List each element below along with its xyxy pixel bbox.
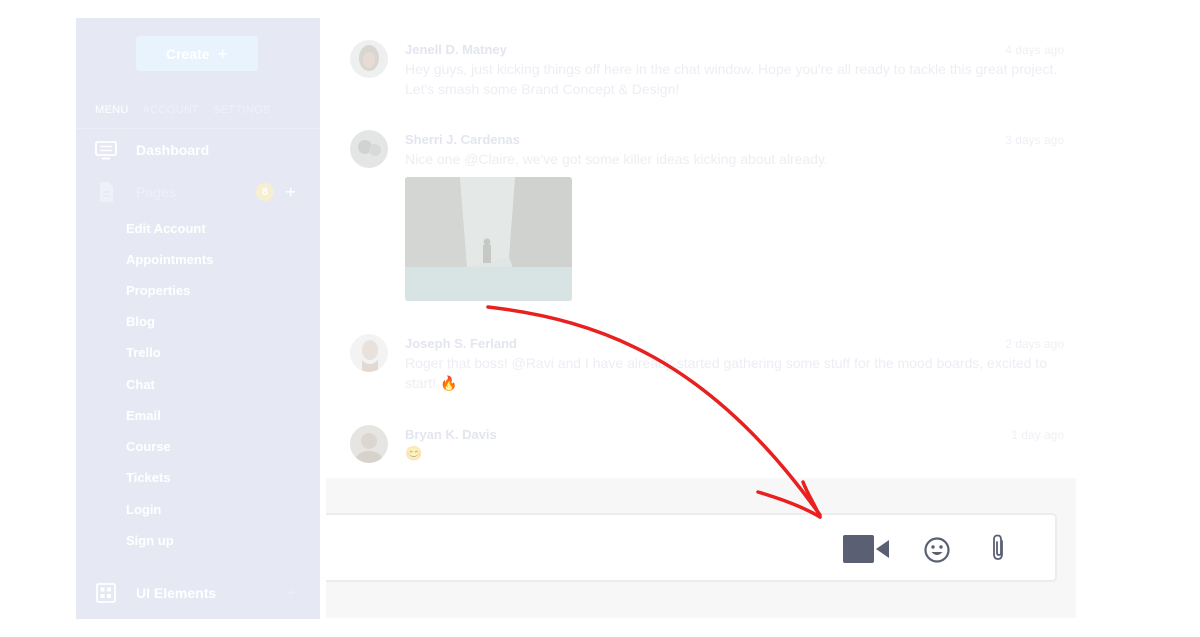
sidebar-subitem-appointments[interactable]: Appointments	[126, 252, 213, 267]
tab-settings[interactable]: SETTINGS	[213, 104, 270, 116]
sidebar-item-label: Pages	[136, 184, 176, 200]
avatar	[350, 40, 388, 78]
avatar-image	[350, 334, 388, 372]
add-page-icon[interactable]: +	[285, 183, 296, 201]
message-image[interactable]	[405, 177, 572, 301]
sidebar-subitem-chat[interactable]: Chat	[126, 377, 155, 392]
video-camera-icon	[843, 535, 889, 563]
sidebar-item-ui-elements[interactable]: UI Elements +	[76, 576, 320, 610]
message-author: Bryan K. Davis	[405, 427, 497, 442]
add-ui-element-icon[interactable]: +	[285, 584, 296, 602]
video-call-button[interactable]	[842, 534, 890, 564]
avatar	[350, 425, 388, 463]
sidebar-subitem-tickets[interactable]: Tickets	[126, 470, 171, 485]
file-icon	[100, 182, 113, 202]
smiley-icon	[924, 537, 950, 563]
composer-area	[326, 478, 1076, 618]
message-text: Hey guys, just kicking things off here i…	[405, 61, 1058, 97]
message-author: Jenell D. Matney	[405, 42, 507, 57]
chat-message: Bryan K. Davis 1 day ago 😊	[350, 425, 1064, 470]
sidebar-subitem-email[interactable]: Email	[126, 408, 161, 423]
chat-message: Jenell D. Matney 4 days ago Hey guys, ju…	[350, 40, 1064, 110]
message-text: 😊	[405, 445, 423, 461]
message-time: 1 day ago	[1011, 428, 1064, 442]
message-time: 4 days ago	[1005, 43, 1064, 57]
message-text: Nice one @Claire, we've got some killer …	[405, 151, 828, 167]
message-time: 3 days ago	[1005, 133, 1064, 147]
canyon-photo	[405, 177, 572, 301]
avatar	[350, 130, 388, 168]
pages-count-badge: 8	[256, 183, 274, 201]
avatar-image	[350, 425, 388, 463]
create-button-label: Create	[165, 45, 210, 62]
monitor-icon	[95, 141, 117, 160]
message-author: Joseph S. Ferland	[405, 336, 517, 351]
sidebar: Create + MENU ACCOUNT SETTINGS Dashboard…	[76, 18, 320, 619]
message-time: 2 days ago	[1005, 337, 1064, 351]
message-text: Roger that boss! @Ravi and I have alread…	[405, 355, 1047, 391]
avatar-image	[350, 130, 388, 168]
chat-message: Sherri J. Cardenas 3 days ago Nice one @…	[350, 130, 1064, 180]
sidebar-divider	[76, 128, 320, 129]
paperclip-icon	[993, 534, 1003, 560]
sidebar-subitem-trello[interactable]: Trello	[126, 345, 161, 360]
create-button[interactable]: Create +	[136, 36, 258, 71]
tab-menu[interactable]: MENU	[95, 104, 129, 116]
sidebar-item-dashboard[interactable]: Dashboard	[76, 133, 320, 167]
attach-file-button[interactable]	[986, 531, 1010, 565]
chat-message: Joseph S. Ferland 2 days ago Roger that …	[350, 334, 1064, 394]
sidebar-subitem-login[interactable]: Login	[126, 502, 161, 517]
message-author: Sherri J. Cardenas	[405, 132, 520, 147]
sidebar-item-pages[interactable]: Pages 8 +	[76, 175, 320, 209]
sidebar-subitem-course[interactable]: Course	[126, 439, 171, 454]
grid-icon	[96, 583, 116, 603]
sidebar-subitem-edit-account[interactable]: Edit Account	[126, 221, 206, 236]
message-composer	[326, 513, 1057, 582]
sidebar-subitem-sign-up[interactable]: Sign up	[126, 533, 174, 548]
sidebar-item-label: UI Elements	[136, 585, 217, 601]
sidebar-item-label: Dashboard	[136, 142, 210, 158]
sidebar-subitem-blog[interactable]: Blog	[126, 314, 155, 329]
avatar-image	[350, 40, 388, 78]
sidebar-subitem-properties[interactable]: Properties	[126, 283, 190, 298]
avatar	[350, 334, 388, 372]
emoji-button[interactable]	[922, 535, 952, 565]
plus-icon: +	[217, 43, 229, 64]
message-input[interactable]	[336, 525, 826, 571]
tab-account[interactable]: ACCOUNT	[143, 104, 200, 116]
sidebar-tabs: MENU ACCOUNT SETTINGS	[95, 104, 271, 116]
